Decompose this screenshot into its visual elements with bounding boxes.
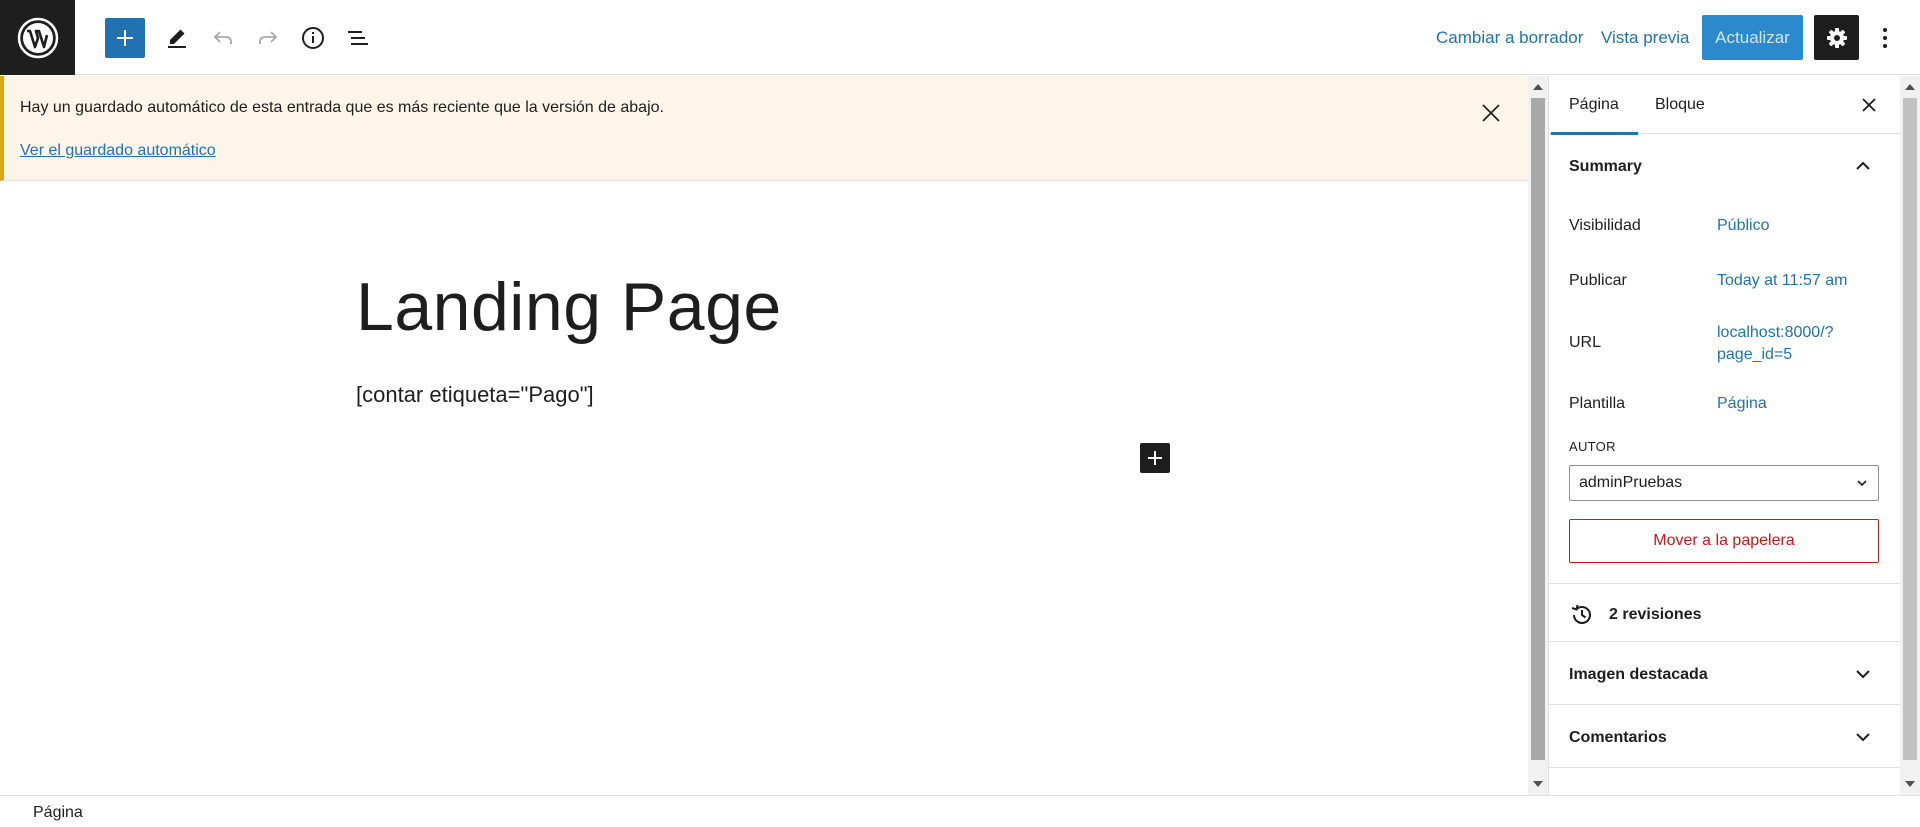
notice-message: Hay un guardado automático de esta entra… — [20, 99, 664, 116]
comments-panel-title[interactable]: Comentarios — [1569, 729, 1667, 747]
scroll-up-arrow[interactable] — [1905, 84, 1915, 90]
template-value[interactable]: Página — [1717, 393, 1767, 415]
editor-canvas: Hay un guardado automático de esta entra… — [0, 76, 1528, 795]
switch-to-draft-button[interactable]: Cambiar a borrador — [1436, 28, 1583, 48]
undo-icon — [213, 31, 232, 44]
close-sidebar-button[interactable] — [1854, 90, 1884, 120]
sidebar-tabs: Página Bloque — [1549, 76, 1900, 135]
divider — [1549, 641, 1900, 642]
autosave-notice: Hay un guardado automático de esta entra… — [0, 76, 1528, 181]
editor-footer: Página — [0, 795, 1920, 827]
more-vertical-icon — [1883, 28, 1887, 48]
add-block-button[interactable] — [105, 18, 145, 58]
plus-icon — [117, 30, 133, 46]
move-to-trash-button[interactable]: Mover a la papelera — [1569, 519, 1879, 563]
details-button[interactable] — [293, 18, 333, 58]
divider — [1549, 704, 1900, 705]
author-label: AUTOR — [1569, 439, 1616, 454]
sidebar-scrollbar[interactable] — [1900, 76, 1920, 795]
divider — [1549, 583, 1900, 584]
info-icon — [302, 27, 324, 49]
url-line-2: page_id=5 — [1717, 346, 1793, 363]
editor-header: Cambiar a borrador Vista previa Actualiz… — [0, 0, 1920, 75]
url-value[interactable]: localhost:8000/? page_id=5 — [1717, 322, 1834, 366]
tab-block[interactable]: Bloque — [1655, 96, 1705, 114]
close-icon — [1862, 98, 1876, 112]
active-tab-indicator — [1551, 132, 1638, 135]
pencil-icon — [168, 29, 186, 48]
settings-button[interactable] — [1814, 15, 1859, 60]
editor-scrollbar[interactable] — [1528, 76, 1548, 795]
tab-page[interactable]: Página — [1569, 96, 1619, 114]
publish-date-value[interactable]: Today at 11:57 am — [1717, 270, 1847, 292]
url-label: URL — [1569, 334, 1602, 351]
visibility-label: Visibilidad — [1569, 217, 1641, 234]
breadcrumb[interactable]: Página — [33, 804, 83, 822]
post-title[interactable]: Landing Page — [356, 268, 782, 346]
close-icon — [1482, 104, 1500, 122]
scroll-down-arrow[interactable] — [1533, 781, 1543, 787]
redo-icon — [259, 31, 278, 44]
view-autosave-link[interactable]: Ver el guardado automático — [20, 142, 216, 160]
author-select[interactable]: adminPruebas — [1569, 465, 1879, 501]
summary-panel-title[interactable]: Summary — [1569, 158, 1642, 176]
template-label: Plantilla — [1569, 395, 1626, 412]
preview-button[interactable]: Vista previa — [1601, 28, 1690, 48]
settings-sidebar: Página Bloque Summary Visibilidad Públic… — [1548, 76, 1900, 795]
chevron-down-icon — [1857, 480, 1867, 487]
list-view-icon — [348, 31, 368, 45]
notice-close-button[interactable] — [1476, 98, 1506, 128]
gear-icon — [1826, 27, 1847, 48]
chevron-down-icon[interactable] — [1851, 662, 1875, 686]
url-line-1: localhost:8000/? — [1717, 324, 1834, 341]
divider — [1549, 767, 1900, 768]
publish-label: Publicar — [1569, 272, 1627, 289]
plus-icon — [1148, 451, 1162, 465]
update-button[interactable]: Actualizar — [1702, 15, 1803, 60]
scroll-down-arrow[interactable] — [1905, 781, 1915, 787]
chevron-down-icon[interactable] — [1851, 725, 1875, 749]
revisions-button[interactable]: 2 revisiones — [1569, 600, 1702, 630]
wordpress-logo-icon[interactable] — [0, 0, 75, 75]
tools-button[interactable] — [157, 18, 197, 58]
block-appender-button[interactable] — [1140, 443, 1170, 473]
list-view-button[interactable] — [338, 18, 378, 58]
scrollbar-thumb[interactable] — [1531, 98, 1545, 760]
revisions-label: 2 revisiones — [1609, 606, 1702, 623]
chevron-up-icon[interactable] — [1851, 154, 1875, 178]
redo-button[interactable] — [248, 18, 288, 58]
scroll-up-arrow[interactable] — [1533, 84, 1543, 90]
options-button[interactable] — [1870, 18, 1900, 58]
scrollbar-thumb[interactable] — [1903, 98, 1917, 760]
undo-button[interactable] — [203, 18, 243, 58]
featured-image-panel-title[interactable]: Imagen destacada — [1569, 666, 1708, 684]
shortcode-paragraph-block[interactable]: [contar etiqueta="Pago"] — [356, 382, 594, 408]
author-select-value: adminPruebas — [1579, 474, 1683, 491]
history-icon — [1571, 604, 1591, 624]
visibility-value[interactable]: Público — [1717, 215, 1769, 237]
